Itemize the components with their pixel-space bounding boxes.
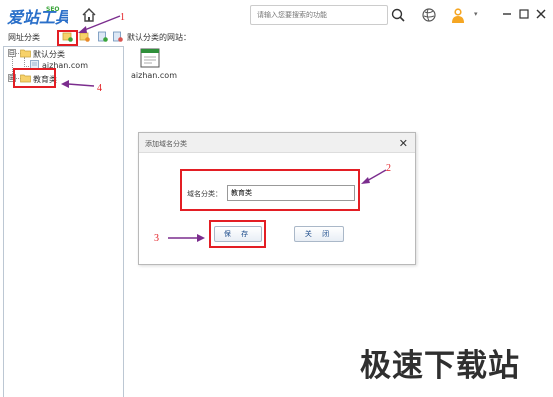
maximize-icon[interactable]	[519, 9, 529, 19]
tree-collapse-toggle[interactable]: ⊟	[8, 49, 16, 57]
search-icon[interactable]	[390, 7, 406, 23]
close-icon[interactable]	[536, 9, 546, 19]
site-watermark: 极速下载站	[360, 348, 520, 384]
site-item-label[interactable]: aizhan.com	[131, 71, 177, 80]
globe-icon[interactable]	[421, 7, 437, 23]
annotation-number-3: 3	[154, 233, 159, 244]
search-box	[250, 5, 410, 25]
chevron-down-icon[interactable]: ▾	[474, 10, 478, 18]
svg-text:SEO: SEO	[46, 6, 60, 13]
folder-icon	[20, 49, 31, 58]
category-name-input[interactable]	[227, 185, 355, 201]
annotation-box-4	[13, 68, 56, 88]
annotation-number-4: 4	[97, 83, 102, 94]
dialog-header: 添加域名分类 ✕	[139, 133, 415, 153]
category-name-label: 域名分类：	[187, 190, 222, 198]
category-tree-panel: ⊟ 默认分类 aizhan.com ⊞ 教育类	[3, 46, 124, 397]
annotation-arrow-3	[168, 234, 205, 242]
tree-connector	[24, 66, 29, 67]
dialog-close-icon[interactable]: ✕	[399, 137, 408, 150]
annotation-arrow-4	[61, 80, 95, 88]
toolbar-label: 网址分类	[8, 33, 40, 42]
close-button[interactable]: 关 闭	[294, 226, 344, 242]
site-page-icon[interactable]	[140, 48, 160, 68]
annotation-arrow-2	[361, 169, 387, 184]
app-logo: 爱站工具包 SEO	[7, 6, 68, 27]
search-input[interactable]	[250, 5, 388, 25]
dialog-title: 添加域名分类	[145, 140, 187, 148]
add-category-dialog: 添加域名分类 ✕ 域名分类： 保 存 关 闭	[138, 132, 416, 265]
save-button[interactable]: 保 存	[214, 226, 262, 242]
user-avatar-icon[interactable]	[450, 6, 466, 24]
tree-item-default-category[interactable]: 默认分类	[33, 49, 65, 60]
minimize-icon[interactable]	[502, 9, 512, 19]
right-panel-title: 默认分类的网站：	[127, 33, 191, 42]
annotation-arrow-1	[78, 15, 121, 33]
